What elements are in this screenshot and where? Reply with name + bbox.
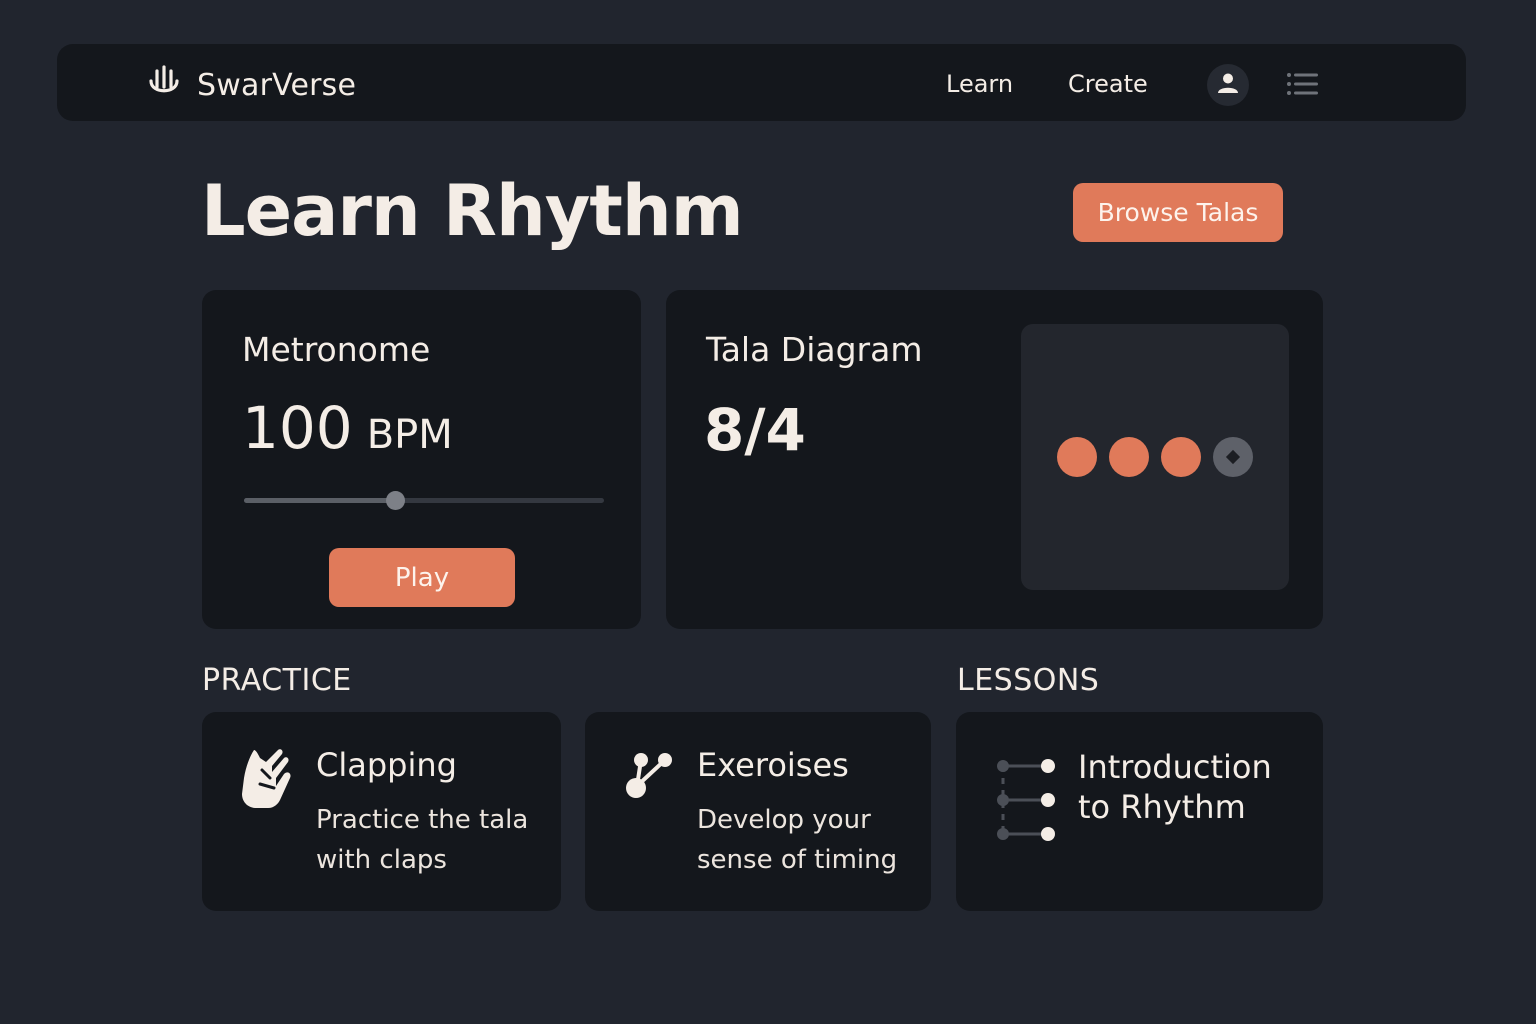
user-icon [1216, 71, 1240, 99]
clapping-desc-line-1: Practice the tala [316, 805, 529, 835]
nodes-icon [625, 750, 677, 806]
tala-diagram[interactable] [1021, 324, 1289, 590]
tempo-slider-fill [244, 498, 396, 503]
lesson-title-line-1: Introduction [1078, 748, 1272, 786]
lesson-title-line-2: to Rhythm [1078, 788, 1246, 826]
lessons-section-label: LESSONS [957, 663, 1100, 698]
bpm-unit: BPM [366, 412, 453, 458]
play-button[interactable]: Play [329, 548, 515, 607]
nav-learn-link[interactable]: Learn [946, 70, 1013, 98]
exercises-title: Exeroises [697, 746, 849, 784]
lesson-intro-card[interactable]: Introduction to Rhythm [956, 712, 1323, 911]
avatar-button[interactable] [1207, 64, 1249, 106]
tempo-slider-thumb[interactable] [386, 491, 406, 510]
tala-beats [1057, 437, 1253, 477]
khali-beat-marker [1213, 437, 1253, 477]
lesson-intro-title: Introduction to Rhythm [1078, 747, 1298, 827]
clapping-desc-line-2: with claps [316, 845, 447, 875]
browse-talas-button[interactable]: Browse Talas [1073, 183, 1283, 242]
practice-exercises-card[interactable]: Exeroises Develop your sense of timing [585, 712, 931, 911]
exercises-desc-line-2: sense of timing [697, 845, 898, 875]
menu-button[interactable] [1285, 70, 1321, 98]
metronome-card: Metronome 100 BPM Play [202, 290, 641, 629]
tali-beat-marker [1109, 437, 1149, 477]
clapping-hand-icon [240, 748, 292, 816]
tali-beat-marker [1057, 437, 1097, 477]
bpm-display: 100 BPM [242, 394, 453, 462]
clapping-title: Clapping [316, 746, 457, 784]
tala-signature: 8/4 [704, 396, 806, 464]
tempo-slider[interactable] [244, 491, 604, 510]
practice-clapping-card[interactable]: Clapping Practice the tala with claps [202, 712, 561, 911]
tala-diagram-card: Tala Diagram 8/4 [666, 290, 1323, 629]
nav-create-link[interactable]: Create [1068, 70, 1148, 98]
page-title: Learn Rhythm [201, 170, 744, 252]
metronome-title: Metronome [242, 330, 431, 369]
practice-section-label: PRACTICE [202, 663, 352, 698]
exercises-desc-line-1: Develop your [697, 805, 871, 835]
menu-icon [1285, 73, 1321, 102]
hand-icon [145, 64, 183, 106]
brand-name: SwarVerse [197, 67, 357, 103]
exercises-description: Develop your sense of timing [697, 800, 917, 880]
steps-icon [996, 756, 1058, 850]
bpm-value: 100 [242, 394, 353, 462]
brand[interactable]: SwarVerse [145, 64, 356, 106]
tali-beat-marker [1161, 437, 1201, 477]
top-navbar: SwarVerse Learn Create [57, 44, 1466, 121]
clapping-description: Practice the tala with claps [316, 800, 546, 880]
tala-title: Tala Diagram [706, 330, 923, 369]
